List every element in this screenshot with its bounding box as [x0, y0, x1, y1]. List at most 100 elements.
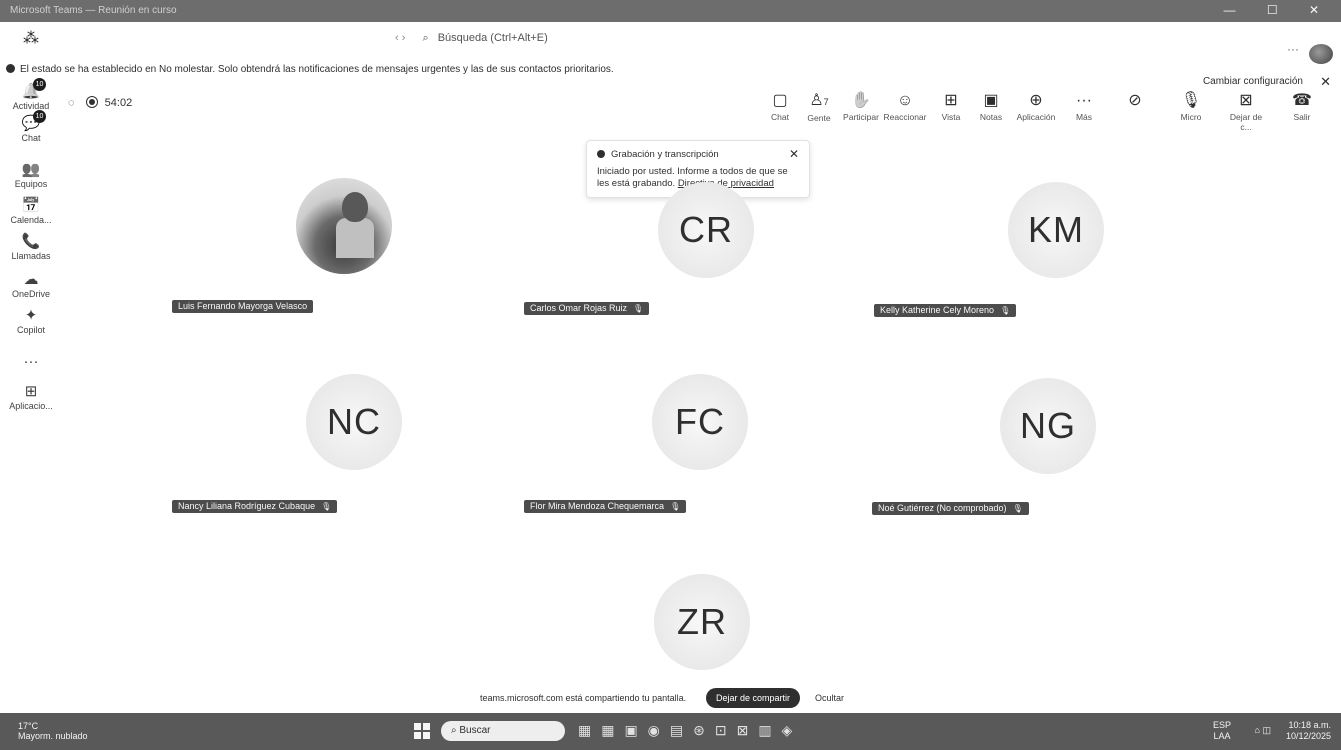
- people-count: 7: [823, 97, 829, 107]
- apps-icon: ⊞: [24, 383, 38, 400]
- record-dot-icon: [597, 150, 605, 158]
- calendar-icon: 📅: [21, 197, 41, 214]
- hide-share-bar-link[interactable]: Ocultar: [815, 693, 844, 703]
- weather-widget[interactable]: 17°C Mayorm. nublado: [18, 721, 88, 741]
- shield-icon: ◌: [68, 97, 75, 109]
- participant-avatar: FC: [652, 374, 748, 470]
- participant-name-text: Carlos Omar Rojas Ruiz: [530, 303, 628, 313]
- chat-badge: 10: [33, 110, 46, 123]
- participant-avatar: NG: [1000, 378, 1096, 474]
- profile-avatar[interactable]: [1309, 44, 1333, 64]
- mic-muted-icon: 🎙: [1000, 306, 1011, 315]
- more-apps-icon: ···: [23, 353, 39, 370]
- photo-body: [336, 218, 374, 258]
- tool-label: Salir: [1293, 112, 1311, 122]
- mic-muted-icon: 🎙: [633, 304, 644, 313]
- participant-avatar: CR: [658, 182, 754, 278]
- chat-icon: ▢: [772, 92, 788, 109]
- rail-item-chat[interactable]: 💬 10 Chat: [0, 110, 62, 143]
- change-settings-link[interactable]: Cambiar configuración: [1203, 76, 1303, 87]
- nav-arrows-icon[interactable]: ‹ ›: [395, 32, 405, 44]
- tool-label: Gente: [807, 113, 831, 123]
- tool-label: Aplicación: [1016, 112, 1056, 122]
- raise-hand-button[interactable]: ✋ Participar: [839, 92, 883, 122]
- taskbar-search[interactable]: ⌕ Buscar: [441, 721, 565, 741]
- leave-button[interactable]: ☎ Salir: [1280, 92, 1324, 122]
- notes-button[interactable]: ▣ Notas: [969, 92, 1013, 122]
- participant-name-text: Kelly Katherine Cely Moreno: [880, 305, 995, 315]
- rail-item-apps[interactable]: ⊞ Aplicacio...: [0, 383, 62, 412]
- search-placeholder: Búsqueda (Ctrl+Alt+E): [437, 32, 548, 44]
- participant-name-text: Flor Mira Mendoza Chequemarca: [530, 501, 665, 511]
- popup-title-text: Grabación y transcripción: [611, 149, 719, 160]
- camera-off-icon: ⊘: [1128, 92, 1142, 109]
- ellipsis-icon: ···: [1076, 92, 1092, 109]
- windows-start-icon[interactable]: [414, 723, 430, 739]
- apps-button[interactable]: ⊕ Aplicación: [1014, 92, 1058, 122]
- pinned-apps[interactable]: ▦▦▣◉▤⊛⊡⊠▥◈: [578, 722, 802, 739]
- add-app-icon: ⊕: [1029, 92, 1043, 109]
- rail-label: Equipos: [14, 179, 48, 189]
- mic-button[interactable]: 🎙 Micro: [1169, 92, 1213, 122]
- share-status-text: teams.microsoft.com está compartiendo tu…: [480, 693, 687, 703]
- hand-icon: ✋: [851, 92, 871, 109]
- tool-label: Dejar de c...: [1229, 112, 1263, 132]
- notice-close-icon[interactable]: ✕: [1320, 74, 1331, 90]
- grid-view-icon: ⊞: [944, 92, 958, 109]
- react-button[interactable]: ☺ Reaccionar: [883, 92, 927, 122]
- input-language[interactable]: ESP LAA: [1213, 720, 1231, 742]
- rail-item-more[interactable]: ···: [0, 354, 62, 371]
- people-button[interactable]: ♙7 Gente: [797, 92, 841, 123]
- tray-icons[interactable]: ⌂ ◫: [1255, 725, 1271, 736]
- dnd-notice: El estado se ha establecido en No molest…: [6, 64, 614, 75]
- rail-label: Aplicacio...: [9, 401, 53, 411]
- mic-icon: 🎙: [1180, 92, 1202, 109]
- rail-item-onedrive[interactable]: ☁ OneDrive: [0, 272, 62, 300]
- hangup-icon: ☎: [1292, 92, 1312, 109]
- more-button[interactable]: ··· Más: [1062, 92, 1106, 122]
- recording-icon: [85, 96, 98, 108]
- rail-item-calls[interactable]: 📞 Llamadas: [0, 233, 62, 262]
- chat-button[interactable]: ▢ Chat: [758, 92, 802, 122]
- tool-label: Notas: [979, 112, 1003, 122]
- stop-sharing-browser-button[interactable]: Dejar de compartir: [706, 688, 801, 708]
- window-controls[interactable]: — ☐ ✕: [1224, 3, 1333, 17]
- dnd-status-icon: [6, 64, 15, 73]
- rail-item-activity[interactable]: 🔔 10 Actividad: [0, 78, 62, 111]
- tool-label: Vista: [941, 112, 961, 122]
- chat-icon: 💬: [21, 115, 41, 132]
- phone-icon: 📞: [21, 233, 41, 250]
- dnd-notice-text: El estado se ha establecido en No molest…: [20, 64, 614, 75]
- popup-close-icon[interactable]: ✕: [789, 147, 799, 161]
- more-options-icon[interactable]: ···: [1287, 42, 1299, 56]
- rail-label: Copilot: [16, 325, 45, 335]
- rail-item-teams[interactable]: 👥 Equipos: [0, 162, 62, 190]
- window-titlebar: Microsoft Teams — Reunión en curso — ☐ ✕: [0, 0, 1341, 22]
- participant-name-text: Noé Gutiérrez (No comprobado): [878, 503, 1007, 513]
- participant-avatar: KM: [1008, 182, 1104, 278]
- clock-time[interactable]: 10:18 a.m.: [1286, 720, 1331, 731]
- rail-item-copilot[interactable]: ✦ Copilot: [0, 307, 62, 336]
- tool-label: Chat: [771, 112, 789, 122]
- mic-muted-icon: 🎙: [1012, 504, 1023, 513]
- rail-item-calendar[interactable]: 📅 Calenda...: [0, 197, 62, 226]
- notes-icon: ▣: [983, 92, 999, 109]
- stop-sharing-button[interactable]: ⊠ Dejar de c...: [1224, 92, 1268, 132]
- popup-title: Grabación y transcripción: [597, 149, 719, 160]
- window-title: Microsoft Teams — Reunión en curso: [10, 5, 177, 16]
- copilot-icon: ✦: [24, 307, 38, 324]
- rail-label: Llamadas: [11, 251, 51, 261]
- participant-avatar: NC: [306, 374, 402, 470]
- participant-photo: [296, 178, 392, 274]
- camera-button[interactable]: ⊘: [1113, 92, 1157, 112]
- lang-secondary: LAA: [1213, 731, 1231, 741]
- people-icon: ♙7: [809, 92, 829, 109]
- tool-label: Participar: [843, 112, 879, 122]
- participant-name: Nancy Liliana Rodríguez Cubaque 🎙: [172, 500, 338, 513]
- view-button[interactable]: ⊞ Vista: [929, 92, 973, 122]
- participant-name: Carlos Omar Rojas Ruiz 🎙: [524, 302, 650, 315]
- search-box[interactable]: ‹ › ⌕ Búsqueda (Ctrl+Alt+E): [395, 32, 548, 45]
- meeting-header: ◌ 54:02: [68, 96, 132, 109]
- tool-label: Reaccionar: [883, 112, 927, 122]
- weather-condition: Mayorm. nublado: [18, 731, 88, 741]
